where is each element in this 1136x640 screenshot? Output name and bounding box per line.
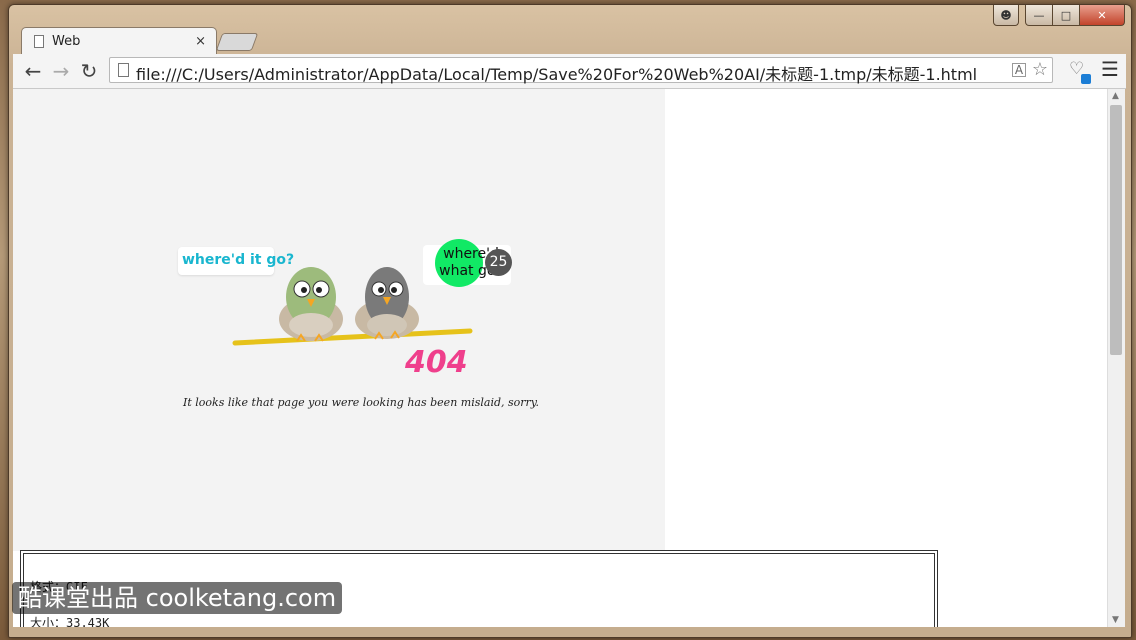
address-bar[interactable]: file:///C:/Users/Administrator/AppData/L… [109,57,1053,85]
document-icon [118,63,129,77]
vertical-scrollbar[interactable]: ▲ ▼ [1107,89,1125,627]
translate-icon[interactable]: A [1012,63,1026,77]
browser-window: ☻ — □ ✕ Web × ← → ↻ file:///C:/Users/Adm… [8,4,1132,638]
page-icon [34,35,44,48]
profile-button[interactable]: ☻ [993,5,1019,26]
green-bird-icon [279,267,343,342]
maximize-button[interactable]: □ [1052,5,1080,26]
close-window-button[interactable]: ✕ [1079,5,1125,26]
step-counter-badge: 25 [485,249,512,276]
tab-title: Web [52,34,81,49]
url-text[interactable]: file:///C:/Users/Administrator/AppData/L… [136,61,977,85]
minimize-button[interactable]: — [1025,5,1053,26]
forward-arrow-icon[interactable]: → [49,59,73,83]
error-canvas: where'd it go? where'd what go? 25 404 I… [13,89,665,551]
bookmark-star-icon[interactable]: ☆ [1032,59,1048,80]
branch [232,328,473,346]
back-arrow-icon[interactable]: ← [21,59,45,83]
toolbar: ← → ↻ file:///C:/Users/Administrator/App… [13,54,1126,89]
error-message: It looks like that page you were looking… [183,396,540,409]
close-tab-icon[interactable]: × [195,34,206,49]
watermark: 酷课堂出品 coolketang.com [12,582,343,614]
reload-icon[interactable]: ↻ [77,59,101,83]
scroll-down-arrow-icon[interactable]: ▼ [1112,615,1119,625]
size-label: 大小：33.43K [30,616,110,627]
tab-web[interactable]: Web × [21,27,217,55]
scrollbar-thumb[interactable] [1110,105,1122,355]
extension-badge [1081,74,1091,84]
gray-bird-icon [355,267,419,340]
page-viewport: where'd it go? where'd what go? 25 404 I… [13,89,1107,627]
error-code: 404 [405,345,468,380]
new-tab-button[interactable] [215,33,259,51]
menu-icon[interactable]: ☰ [1101,57,1119,81]
scroll-up-arrow-icon[interactable]: ▲ [1112,91,1119,101]
